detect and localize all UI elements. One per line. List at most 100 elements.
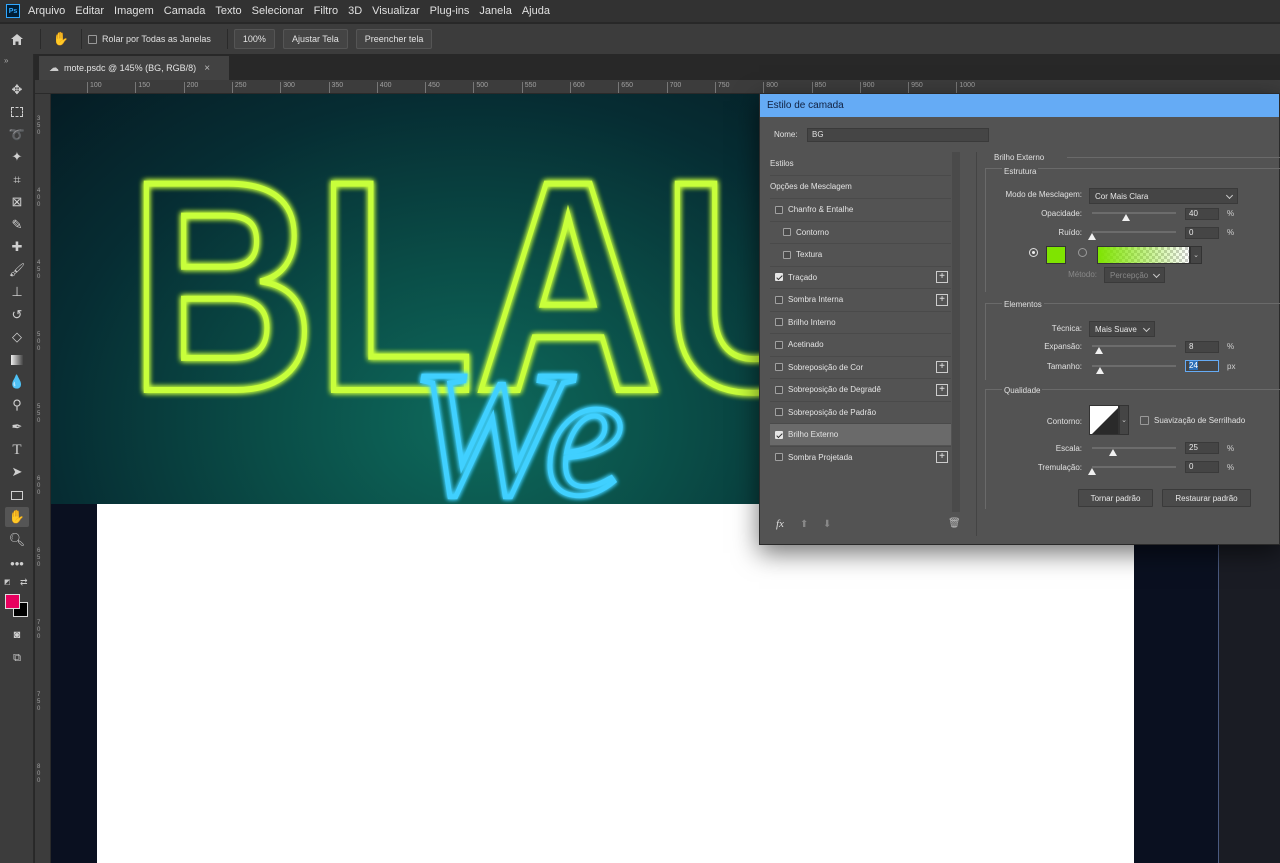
style-checkbox[interactable] (775, 430, 783, 439)
style-checkbox[interactable] (775, 385, 783, 394)
marquee-tool-icon[interactable] (5, 102, 29, 122)
menu-item[interactable]: Selecionar (252, 5, 304, 17)
antialias-checkbox[interactable]: Suavização de Serrilhado (1140, 416, 1245, 425)
style-item[interactable]: Chanfro & Entalhe (770, 198, 951, 220)
range-slider-track[interactable] (1092, 447, 1176, 449)
scroll-all-windows-checkbox[interactable]: Rolar por Todas as Janelas (88, 34, 211, 44)
hand-tool-preset-icon[interactable]: ✋ (47, 31, 75, 47)
menu-item[interactable]: Filtro (314, 5, 338, 17)
opacity-slider-track[interactable] (1092, 212, 1176, 214)
spread-input[interactable]: 8 (1185, 341, 1219, 353)
style-item[interactable]: Brilho Externo (770, 423, 951, 445)
fx-menu-icon[interactable]: fx (776, 518, 784, 530)
style-checkbox[interactable] (775, 408, 783, 416)
menu-item[interactable]: Plug-ins (430, 5, 470, 17)
menu-item[interactable]: Texto (215, 5, 241, 17)
healing-brush-tool-icon[interactable]: ✚ (5, 237, 29, 257)
add-style-icon[interactable]: + (936, 271, 948, 283)
size-input[interactable]: 24 (1185, 360, 1219, 372)
styles-scrollbar[interactable] (952, 152, 960, 512)
gradient-radio[interactable] (1078, 248, 1087, 257)
jitter-slider-track[interactable] (1092, 466, 1176, 468)
technique-dropdown[interactable]: Mais Suave (1089, 321, 1155, 337)
menu-item[interactable]: Editar (75, 5, 104, 17)
gradient-dropdown-icon[interactable]: ⌄ (1190, 246, 1202, 264)
style-item[interactable]: Sobreposição de Degradê + (770, 378, 951, 400)
more-tools-icon[interactable]: ••• (5, 553, 29, 573)
menu-item[interactable]: Arquivo (28, 5, 65, 17)
path-selection-tool-icon[interactable]: ➤ (5, 462, 29, 482)
color-radio-selected[interactable] (1029, 248, 1038, 257)
glow-gradient-swatch[interactable] (1097, 246, 1190, 264)
zoom-100-button[interactable]: 100% (233, 29, 275, 49)
menu-item[interactable]: Imagem (114, 5, 154, 17)
style-item[interactable]: Sobreposição de Cor + (770, 355, 951, 378)
gradient-tool-icon[interactable] (5, 350, 29, 370)
menu-item[interactable]: Visualizar (372, 5, 420, 17)
size-slider-track[interactable] (1092, 365, 1176, 367)
blend-options-item[interactable]: Opções de Mesclagem (770, 175, 951, 197)
eraser-tool-icon[interactable]: ◇ (5, 327, 29, 347)
glow-color-swatch[interactable] (1046, 246, 1066, 264)
range-slider-thumb[interactable] (1109, 449, 1117, 456)
zoom-tool-icon[interactable]: 🔍︎ (5, 530, 29, 550)
style-item[interactable]: Brilho Interno (770, 310, 951, 333)
screen-mode-icon[interactable]: ⧉ (5, 648, 29, 668)
style-checkbox[interactable] (775, 205, 783, 214)
jitter-slider-thumb[interactable] (1088, 468, 1096, 475)
noise-input[interactable]: 0 (1185, 227, 1219, 239)
name-field[interactable]: BG (807, 128, 989, 142)
opacity-slider-thumb[interactable] (1121, 214, 1130, 221)
reset-default-button[interactable]: Restaurar padrão (1162, 489, 1251, 507)
menu-item[interactable]: Janela (479, 5, 511, 17)
close-tab-icon[interactable]: × (204, 63, 210, 74)
lasso-tool-icon[interactable]: ➰ (5, 125, 29, 145)
make-default-button[interactable]: Tornar padrão (1078, 489, 1153, 507)
expand-panel-icon[interactable]: » (4, 56, 8, 65)
type-tool-icon[interactable]: T (5, 440, 29, 460)
size-slider-thumb[interactable] (1096, 367, 1105, 374)
add-style-icon[interactable]: + (936, 361, 948, 373)
default-colors-icon[interactable]: ◩ (4, 578, 11, 586)
range-input[interactable]: 25 (1185, 442, 1219, 454)
noise-slider-thumb[interactable] (1088, 233, 1096, 240)
style-checkbox[interactable] (783, 250, 791, 259)
hand-tool-icon[interactable]: ✋ (5, 507, 29, 527)
menu-item[interactable]: 3D (348, 5, 362, 17)
foreground-color-swatch[interactable] (5, 594, 20, 609)
style-checkbox[interactable] (775, 453, 783, 461)
jitter-input[interactable]: 0 (1185, 461, 1219, 473)
magic-wand-tool-icon[interactable]: ✦ (5, 147, 29, 167)
checkbox-box[interactable] (1140, 416, 1149, 425)
style-checkbox[interactable] (775, 363, 783, 371)
crop-tool-icon[interactable]: ⌗ (5, 170, 29, 190)
contour-dropdown-icon[interactable]: ⌄ (1119, 405, 1129, 435)
clone-stamp-tool-icon[interactable]: ⊥ (5, 282, 29, 302)
method-dropdown[interactable]: Percepção (1104, 267, 1165, 283)
add-style-icon[interactable]: + (936, 383, 948, 396)
blend-mode-dropdown[interactable]: Cor Mais Clara (1089, 188, 1238, 204)
styles-header[interactable]: Estilos (770, 152, 951, 174)
fill-screen-button[interactable]: Preencher tela (355, 29, 433, 49)
blur-tool-icon[interactable]: 💧 (5, 372, 29, 392)
style-item[interactable]: Contorno (770, 220, 951, 243)
menu-item[interactable]: Ajuda (522, 5, 550, 17)
style-checkbox[interactable] (775, 318, 783, 326)
style-item[interactable]: Traçado + (770, 265, 951, 288)
quick-mask-icon[interactable]: ◙ (5, 625, 29, 645)
frame-tool-icon[interactable]: ⊠ (5, 192, 29, 212)
trash-icon[interactable]: 🗑 (948, 518, 961, 529)
add-style-icon[interactable]: + (936, 451, 948, 463)
brush-tool-icon[interactable]: 🖌 (5, 260, 29, 280)
style-checkbox[interactable] (783, 228, 791, 236)
style-item[interactable]: Acetinado (770, 333, 951, 355)
move-up-icon[interactable]: ⬆ (800, 519, 808, 530)
eyedropper-tool-icon[interactable]: ✎ (5, 215, 29, 235)
style-item[interactable]: Textura (770, 243, 951, 265)
contour-preview[interactable] (1089, 405, 1119, 435)
style-checkbox[interactable] (775, 295, 783, 304)
style-item[interactable]: Sombra Interna + (770, 288, 951, 310)
swap-colors-icon[interactable]: ⇄ (20, 577, 28, 588)
style-item[interactable]: Sombra Projetada + (770, 445, 951, 468)
home-icon[interactable] (0, 33, 34, 46)
